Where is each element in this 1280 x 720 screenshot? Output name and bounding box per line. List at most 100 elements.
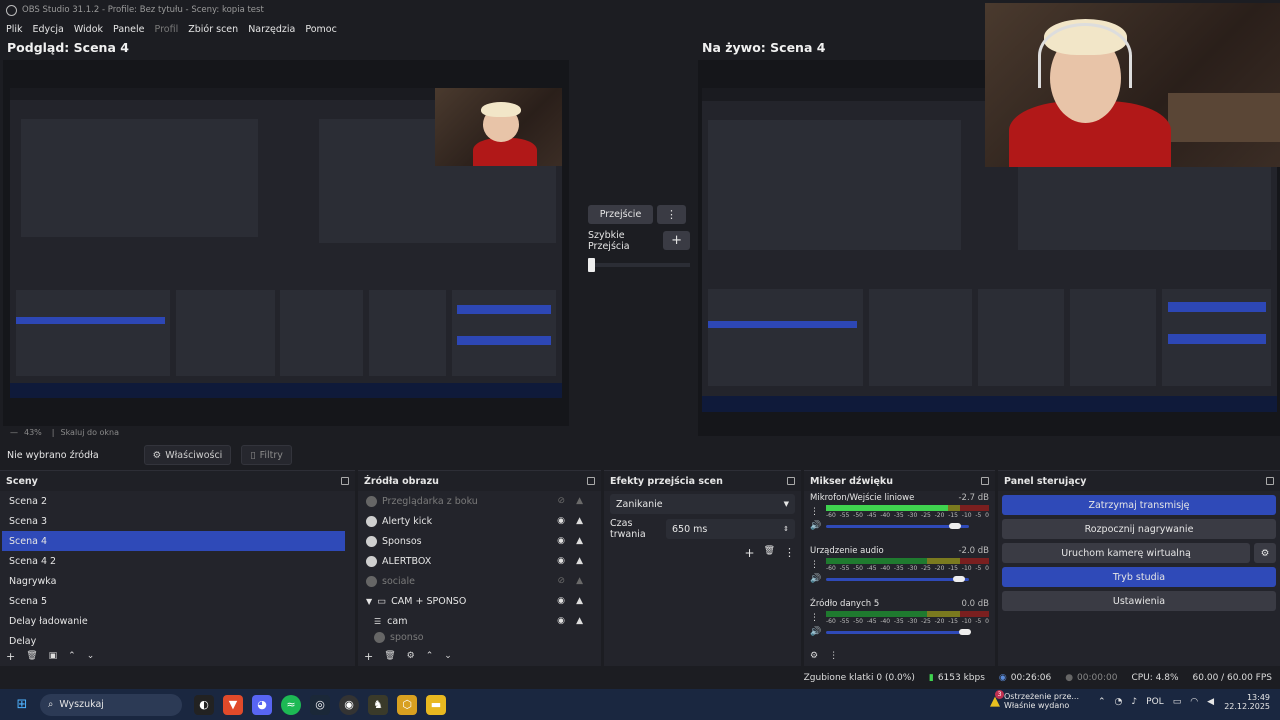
t-bar-handle[interactable] [588, 258, 595, 272]
menu-zbior-scen[interactable]: Zbiór scen [188, 24, 238, 35]
windows-start-icon[interactable]: ⊞ [12, 695, 32, 715]
visibility-icon[interactable]: ◉ [557, 616, 565, 626]
channel-menu-icon[interactable]: ⋮ [810, 507, 819, 517]
preview-canvas[interactable] [3, 60, 569, 426]
remove-source-icon[interactable]: 🗑 [384, 651, 395, 661]
visibility-icon[interactable]: ◉ [557, 596, 565, 606]
channel-menu-icon[interactable]: ⋮ [810, 613, 819, 623]
gear-icon[interactable]: ⚙ [1254, 543, 1276, 563]
volume-icon[interactable]: ◀ [1207, 697, 1214, 707]
speaker-icon[interactable]: 🔊 [810, 574, 821, 584]
tray-chevron-icon[interactable]: ⌃ [1098, 697, 1106, 707]
visibility-icon[interactable]: ◉ [557, 556, 565, 566]
app-icon[interactable]: ◐ [194, 694, 214, 715]
obs-icon[interactable]: ◉ [339, 694, 359, 715]
lock-icon[interactable]: ▲ [576, 616, 583, 626]
source-item[interactable]: sponso [358, 631, 593, 643]
move-down-icon[interactable]: ⌄ [87, 651, 95, 661]
transition-menu-icon[interactable]: ⋮ [657, 205, 686, 224]
visibility-icon[interactable]: ◉ [557, 536, 565, 546]
mixer-settings-icon[interactable]: ⚙ [810, 651, 818, 661]
scene-item-selected[interactable]: Scena 4 [2, 531, 345, 551]
scene-item[interactable]: Scena 4 2 [2, 551, 345, 571]
scene-filters-icon[interactable]: ▣ [49, 651, 58, 661]
brave-icon[interactable]: ▼ [223, 694, 243, 715]
source-item[interactable]: ☰ cam ◉ ▲ [358, 611, 593, 631]
t-bar[interactable] [588, 258, 690, 272]
app-icon[interactable]: ♞ [368, 694, 388, 715]
source-item[interactable]: Alerty kick ◉ ▲ [358, 511, 593, 531]
remove-transition-icon[interactable]: 🗑 [764, 546, 775, 560]
virtual-camera-button[interactable]: Uruchom kamerę wirtualną [1002, 543, 1250, 563]
start-recording-button[interactable]: Rozpocznij nagrywanie [1002, 519, 1276, 539]
menu-pomoc[interactable]: Pomoc [305, 24, 337, 35]
undock-icon[interactable] [787, 477, 795, 485]
transition-select[interactable]: Zanikanie ▼ [610, 494, 795, 514]
lock-icon[interactable]: ▲ [576, 596, 583, 606]
move-down-icon[interactable]: ⌄ [444, 651, 452, 661]
studio-mode-button[interactable]: Tryb studia [1002, 567, 1276, 587]
volume-slider[interactable]: 🔊 [810, 627, 989, 637]
menu-panele[interactable]: Panele [113, 24, 144, 35]
scene-item[interactable]: Scena 3 [2, 511, 345, 531]
folder-icon[interactable]: ▬ [426, 694, 446, 715]
display-icon[interactable]: ▭ [1173, 697, 1182, 707]
speaker-icon[interactable]: 🔊 [810, 627, 821, 637]
stop-streaming-button[interactable]: Zatrzymaj transmisję [1002, 495, 1276, 515]
settings-button[interactable]: Ustawienia [1002, 591, 1276, 611]
clock[interactable]: 13:49 22.12.2025 [1224, 693, 1270, 711]
source-item[interactable]: ALERTBOX ◉ ▲ [358, 551, 593, 571]
mic-icon[interactable]: ♪ [1131, 697, 1137, 707]
source-properties-icon[interactable]: ⚙ [407, 651, 415, 661]
lock-icon[interactable]: ▲ [576, 556, 583, 566]
speaker-icon[interactable]: 🔊 [810, 521, 821, 531]
visibility-icon[interactable]: ⊘ [557, 576, 565, 586]
notification[interactable]: ▲ 3 Ostrzeżenie prze... Właśnie wydano [990, 689, 1079, 710]
scene-item[interactable]: Nagrywka [2, 571, 345, 591]
wifi-icon[interactable]: ◠ [1190, 697, 1198, 707]
visibility-icon[interactable]: ⊘ [557, 496, 565, 506]
volume-slider[interactable]: 🔊 [810, 574, 989, 584]
scene-item[interactable]: Scena 5 [2, 591, 345, 611]
remove-scene-icon[interactable]: 🗑 [26, 651, 37, 661]
app-icon[interactable]: ⬡ [397, 694, 417, 715]
zoom-mode[interactable]: Skaluj do okna [60, 428, 119, 437]
source-item[interactable]: sociale ⊘ ▲ [358, 571, 593, 591]
add-source-icon[interactable]: + [364, 650, 373, 663]
steam-icon[interactable]: ◎ [310, 694, 330, 715]
transition-button[interactable]: Przejście [588, 205, 653, 224]
transition-menu-icon[interactable]: ⋮ [784, 546, 795, 560]
lock-icon[interactable]: ▲ [576, 536, 583, 546]
source-item[interactable]: Sponsos ◉ ▲ [358, 531, 593, 551]
taskbar-search[interactable]: ⌕ Wyszukaj [40, 693, 182, 716]
volume-knob[interactable] [952, 576, 965, 582]
menu-edycja[interactable]: Edycja [33, 24, 64, 35]
duration-input[interactable]: 650 ms ⇕ [666, 519, 795, 539]
mixer-menu-icon[interactable]: ⋮ [829, 651, 838, 661]
lock-icon[interactable]: ▲ [576, 576, 583, 586]
spotify-icon[interactable]: ≈ [281, 694, 301, 715]
channel-menu-icon[interactable]: ⋮ [810, 560, 819, 570]
add-scene-icon[interactable]: + [6, 650, 15, 663]
menu-narzedzia[interactable]: Narzędzia [248, 24, 295, 35]
visibility-icon[interactable]: ◉ [557, 516, 565, 526]
volume-slider[interactable]: 🔊 [810, 521, 989, 531]
scene-item[interactable]: Scena 2 [2, 491, 345, 511]
properties-button[interactable]: ⚙ Właściwości [143, 445, 232, 465]
lock-icon[interactable]: ▲ [576, 516, 583, 526]
lock-icon[interactable]: ▲ [576, 496, 583, 506]
source-group[interactable]: ▼ ▭ CAM + SPONSO ◉ ▲ [358, 591, 593, 611]
move-up-icon[interactable]: ⌃ [68, 651, 76, 661]
scene-item[interactable]: Delay ładowanie [2, 611, 345, 631]
undock-icon[interactable] [981, 477, 989, 485]
network-icon[interactable]: ◔ [1115, 697, 1123, 707]
language-indicator[interactable]: POL [1146, 697, 1164, 707]
move-up-icon[interactable]: ⌃ [426, 651, 434, 661]
volume-knob[interactable] [958, 629, 971, 635]
menu-widok[interactable]: Widok [74, 24, 103, 35]
undock-icon[interactable] [341, 477, 349, 485]
add-quick-transition-button[interactable]: + [663, 231, 690, 250]
filters-button[interactable]: ▯ Filtry [241, 445, 292, 465]
menu-profil[interactable]: Profil [155, 24, 179, 35]
discord-icon[interactable]: ◕ [252, 694, 272, 715]
